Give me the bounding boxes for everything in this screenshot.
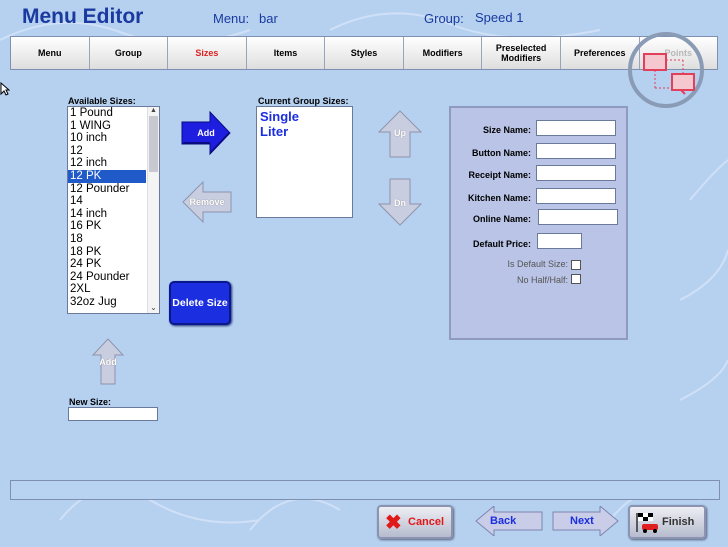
tab-items[interactable]: Items [246,37,326,69]
online-name-input[interactable] [538,209,618,225]
scroll-down-icon[interactable]: ⌄ [148,303,159,312]
move-up-button[interactable]: Up [377,110,423,158]
receipt-name-input[interactable] [536,165,616,181]
new-size-label: New Size: [69,397,112,407]
status-bar [10,480,720,500]
back-button[interactable]: Back [474,504,544,538]
current-group-sizes-label: Current Group Sizes: [258,96,349,106]
button-name-input[interactable] [536,143,616,159]
mouse-cursor-icon [0,82,10,96]
list-item[interactable]: 1 WING [68,120,146,133]
list-item[interactable]: Liter [257,124,352,139]
list-item[interactable]: 18 PK [68,246,146,259]
list-item[interactable]: 24 PK [68,258,146,271]
size-name-label: Size Name: [482,125,531,135]
available-sizes-scrollbar[interactable]: ▲ ⌄ [147,107,159,313]
new-size-input[interactable] [68,407,158,421]
finish-label: Finish [662,516,695,528]
cancel-button[interactable]: ✖ Cancel [377,505,453,539]
list-item[interactable]: 12 inch [68,157,146,170]
list-item[interactable]: 10 inch [68,132,146,145]
tab-menu[interactable]: Menu [11,37,90,69]
list-item[interactable]: 16 PK [68,220,146,233]
cancel-label: Cancel [408,516,445,528]
tab-styles[interactable]: Styles [325,37,404,69]
add-new-button-label: Add [99,357,117,367]
is-default-size-checkbox[interactable] [571,260,581,270]
add-to-group-button[interactable]: Add [180,110,232,156]
no-half-half-label: No Half/Half: [516,275,568,285]
menu-label: Menu: [213,11,250,26]
list-item[interactable]: 24 Pounder [68,271,146,284]
tab-modifiers[interactable]: Modifiers [403,37,483,69]
group-label: Group: [424,11,464,26]
points-overlay-icon [628,32,704,108]
available-sizes-list[interactable]: 1 Pound 1 WING 10 inch 12 12 inch 12 PK 12 Pou… [67,106,160,314]
online-name-label: Online Name: [472,214,531,224]
app-title: Menu Editor [22,5,144,28]
list-item[interactable]: 12 Pounder [68,183,146,196]
remove-button-label: Remove [189,197,225,207]
list-item[interactable]: 12 [68,145,146,158]
up-button-label: Up [394,128,406,138]
size-name-input[interactable] [536,120,616,136]
no-half-half-checkbox[interactable] [571,274,581,284]
next-label: Next [570,515,594,527]
next-button[interactable]: Next [552,504,620,538]
finish-button[interactable]: Finish [628,505,706,539]
move-down-button[interactable]: Dn [377,178,423,226]
tab-preselected-modifiers[interactable]: Preselected Modifiers [482,37,561,69]
tab-group[interactable]: Group [89,37,169,69]
menu-value: bar [259,11,278,26]
checkered-flag-icon [636,513,658,533]
default-price-label: Default Price: [472,239,531,249]
x-icon: ✖ [385,512,402,534]
size-details-panel: Size Name: Button Name: Receipt Name: Ki… [449,106,628,340]
scrollbar-thumb[interactable] [149,116,158,172]
list-item[interactable]: Single [257,109,352,124]
kitchen-name-input[interactable] [536,188,616,204]
receipt-name-label: Receipt Name: [468,170,531,180]
back-label: Back [490,515,517,527]
kitchen-name-label: Kitchen Name: [467,193,531,203]
button-name-label: Button Name: [472,148,531,158]
list-item[interactable]: 14 [68,195,146,208]
tab-sizes[interactable]: Sizes [168,37,247,69]
list-item[interactable]: 12 PK [68,169,146,183]
default-price-input[interactable] [537,233,582,249]
add-new-size-button[interactable]: Add [91,338,125,385]
scroll-up-icon[interactable]: ▲ [148,107,159,114]
group-value: Speed 1 [475,10,524,25]
list-item[interactable]: 32oz Jug [68,296,146,309]
remove-from-group-button[interactable]: Remove [181,180,233,224]
down-button-label: Dn [394,198,406,208]
list-item[interactable]: 1 Pound [68,107,146,120]
is-default-size-label: Is Default Size: [507,259,568,269]
list-item[interactable]: 18 [68,233,146,246]
available-sizes-label: Available Sizes: [68,96,136,106]
current-group-sizes-list[interactable]: Single Liter [256,106,353,218]
add-button-label: Add [197,128,215,138]
list-item[interactable]: 2XL [68,283,146,296]
list-item[interactable]: 14 inch [68,208,146,221]
tab-bar: Menu Group Sizes Items Styles Modifiers … [10,36,718,70]
delete-size-button[interactable]: Delete Size [169,281,231,325]
